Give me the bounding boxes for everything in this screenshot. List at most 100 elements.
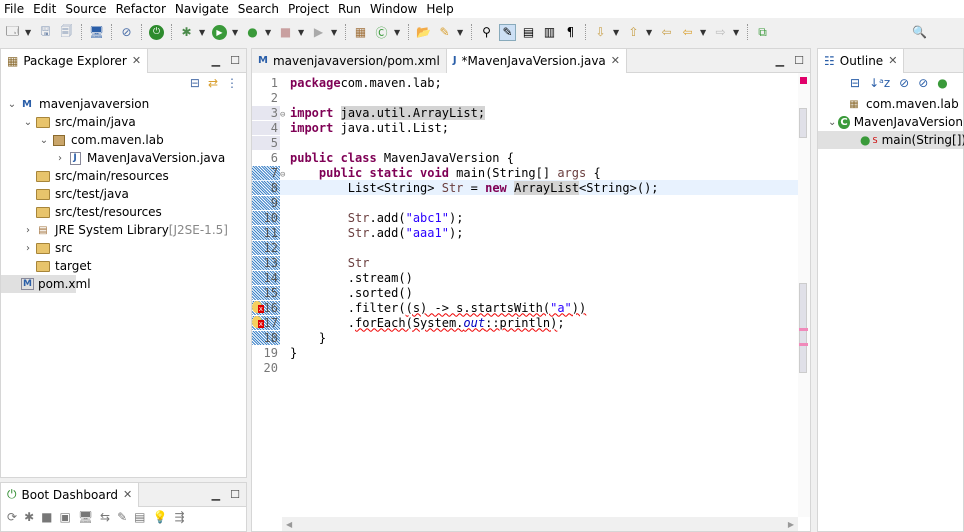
expand-icon[interactable]: › [53,153,67,164]
tree-item[interactable]: src/test/resources [1,203,246,221]
collapse-icon[interactable]: ⌄ [5,99,19,110]
code-line[interactable]: 3 ⊖ import java.util.ArrayList; [252,105,810,120]
collapse-all-icon[interactable]: ⊟ [850,76,860,95]
tree-item[interactable]: ⌄ src/main/java [1,113,246,131]
relaunch-icon[interactable]: ▶ [310,24,327,41]
overview-ruler[interactable] [798,73,810,517]
hint-icon[interactable]: 💡 [153,510,168,524]
minimize-icon[interactable]: ▁ [212,488,220,501]
stop-icon[interactable]: ■ [41,510,52,524]
open-browser-icon[interactable]: 🖥 [78,510,93,524]
dropdown-icon[interactable]: ▼ [394,28,402,37]
code-line[interactable]: 12 [252,240,810,255]
run-external-tool-icon[interactable]: ● [244,24,261,41]
menu-edit[interactable]: Edit [29,2,61,16]
block-selection-icon[interactable]: ▤ [520,24,537,41]
tab-maven-java-version[interactable]: J *MavenJavaVersion.java ✕ [446,48,627,73]
tree-item[interactable]: src/main/resources [1,167,246,185]
dropdown-icon[interactable]: ▼ [298,28,306,37]
word-wrap-icon[interactable]: ▥ [541,24,558,41]
menu-project[interactable]: Project [284,2,334,16]
tree-item[interactable]: › ▤ JRE System Library [J2SE-1.5] [1,221,246,239]
code-editor[interactable]: 1 packagecom.maven.lab; 2 3 ⊖ import java.uti… [252,73,810,531]
view-menu-icon[interactable]: ⋮ [226,76,238,95]
dropdown-icon[interactable]: ▼ [232,28,240,37]
new-wizard-icon[interactable]: 🗔 [4,24,21,41]
refresh-icon[interactable]: ⇆ [100,510,110,524]
tree-item[interactable]: target [1,257,246,275]
code-line[interactable]: 8 List<String> Str = new ArrayList<Strin… [252,180,810,195]
dropdown-icon[interactable]: ▼ [733,28,741,37]
code-line[interactable]: 19} [252,345,810,360]
dropdown-icon[interactable]: ▼ [331,28,339,37]
code-line[interactable]: 11 Str.add("aaa1"); [252,225,810,240]
stop-icon[interactable]: ■ [277,24,294,41]
outline-item-package[interactable]: ▦ com.maven.lab [818,95,963,113]
back-icon[interactable]: ⇦ [679,24,696,41]
close-icon[interactable]: ✕ [611,54,620,67]
maximize-icon[interactable]: ☐ [230,54,240,67]
minimize-icon[interactable]: ▁ [212,54,220,67]
dropdown-icon[interactable]: ▼ [613,28,621,37]
dropdown-icon[interactable]: ▼ [700,28,708,37]
debug-icon[interactable]: ✱ [178,24,195,41]
show-whitespace-icon[interactable]: ¶ [562,24,579,41]
menu-run[interactable]: Run [334,2,366,16]
close-icon[interactable]: ✕ [132,54,141,67]
code-line[interactable]: 7 ⊖ public static void main(String[] args… [252,165,810,180]
code-line[interactable]: 14 .stream() [252,270,810,285]
code-line[interactable]: 18 } [252,330,810,345]
properties-icon[interactable]: ▤ [134,510,145,524]
fold-icon[interactable]: ⊖ [280,110,285,120]
open-console-icon[interactable]: ▣ [59,510,70,524]
dropdown-icon[interactable]: ▼ [457,28,465,37]
minimize-icon[interactable]: ▁ [776,54,784,67]
sort-icon[interactable]: ↓ᵃz [869,76,890,95]
collapse-icon[interactable]: ⌄ [37,135,51,146]
dropdown-icon[interactable]: ▼ [25,28,33,37]
next-annotation-icon[interactable]: ⇩ [592,24,609,41]
code-line[interactable]: 2 [252,90,810,105]
filter-icon[interactable]: ⇶ [174,510,184,524]
fold-icon[interactable]: ⊖ [280,170,285,180]
console-icon[interactable]: 🖥 [88,24,105,41]
collapse-icon[interactable]: ⌄ [21,117,35,128]
code-line[interactable]: 13 Str [252,255,810,270]
menu-navigate[interactable]: Navigate [171,2,234,16]
link-with-editor-icon[interactable]: ⇄ [208,76,218,95]
outline-tab[interactable]: ☷ Outline ✕ [818,48,905,73]
pin-editor-icon[interactable]: ⧉ [754,24,771,41]
save-all-icon[interactable]: 🗐 [58,24,75,41]
outline-item-method[interactable]: ●Smain(String[]) : void [818,131,964,149]
code-line[interactable]: 10 Str.add("abc1"); [252,210,810,225]
code-line[interactable]: 4 import java.util.List; [252,120,810,135]
search-icon[interactable]: 🔍 [911,24,928,41]
hide-non-public-icon[interactable]: ● [937,76,947,95]
debug-icon[interactable]: ✱ [24,510,34,524]
save-icon[interactable]: 🖫 [37,24,54,41]
start-icon[interactable]: ⟳ [7,510,17,524]
hide-static-icon[interactable]: ⊘ [918,76,928,95]
error-quickfix-icon[interactable]: x [252,316,264,328]
code-line[interactable]: 9 [252,195,810,210]
close-icon[interactable]: ✕ [888,54,897,67]
run-icon[interactable]: ▶ [211,24,228,41]
expand-icon[interactable]: › [21,243,35,254]
mark-occurrences-icon[interactable]: ✎ [499,23,516,41]
open-task-icon[interactable]: ✎ [436,24,453,41]
code-line[interactable]: 17 x .forEach(System.out::println); [252,315,810,330]
tree-item[interactable]: src/test/java [1,185,246,203]
new-class-icon[interactable]: Ⓒ [373,24,390,41]
skip-breakpoints-icon[interactable]: ⊘ [118,24,135,41]
boot-dashboard-tab[interactable]: ⏻ Boot Dashboard ✕ [1,482,140,507]
code-line[interactable]: 20 [252,360,810,375]
dropdown-icon[interactable]: ▼ [646,28,654,37]
edit-icon[interactable]: ✎ [117,510,127,524]
new-package-icon[interactable]: ▦ [352,24,369,41]
dropdown-icon[interactable]: ▼ [265,28,273,37]
menu-window[interactable]: Window [366,2,422,16]
toggle-breadcrumb-icon[interactable]: ⚲ [478,24,495,41]
forward-icon[interactable]: ⇨ [712,24,729,41]
maximize-icon[interactable]: ☐ [794,54,804,67]
collapse-all-icon[interactable]: ⊟ [190,76,200,95]
